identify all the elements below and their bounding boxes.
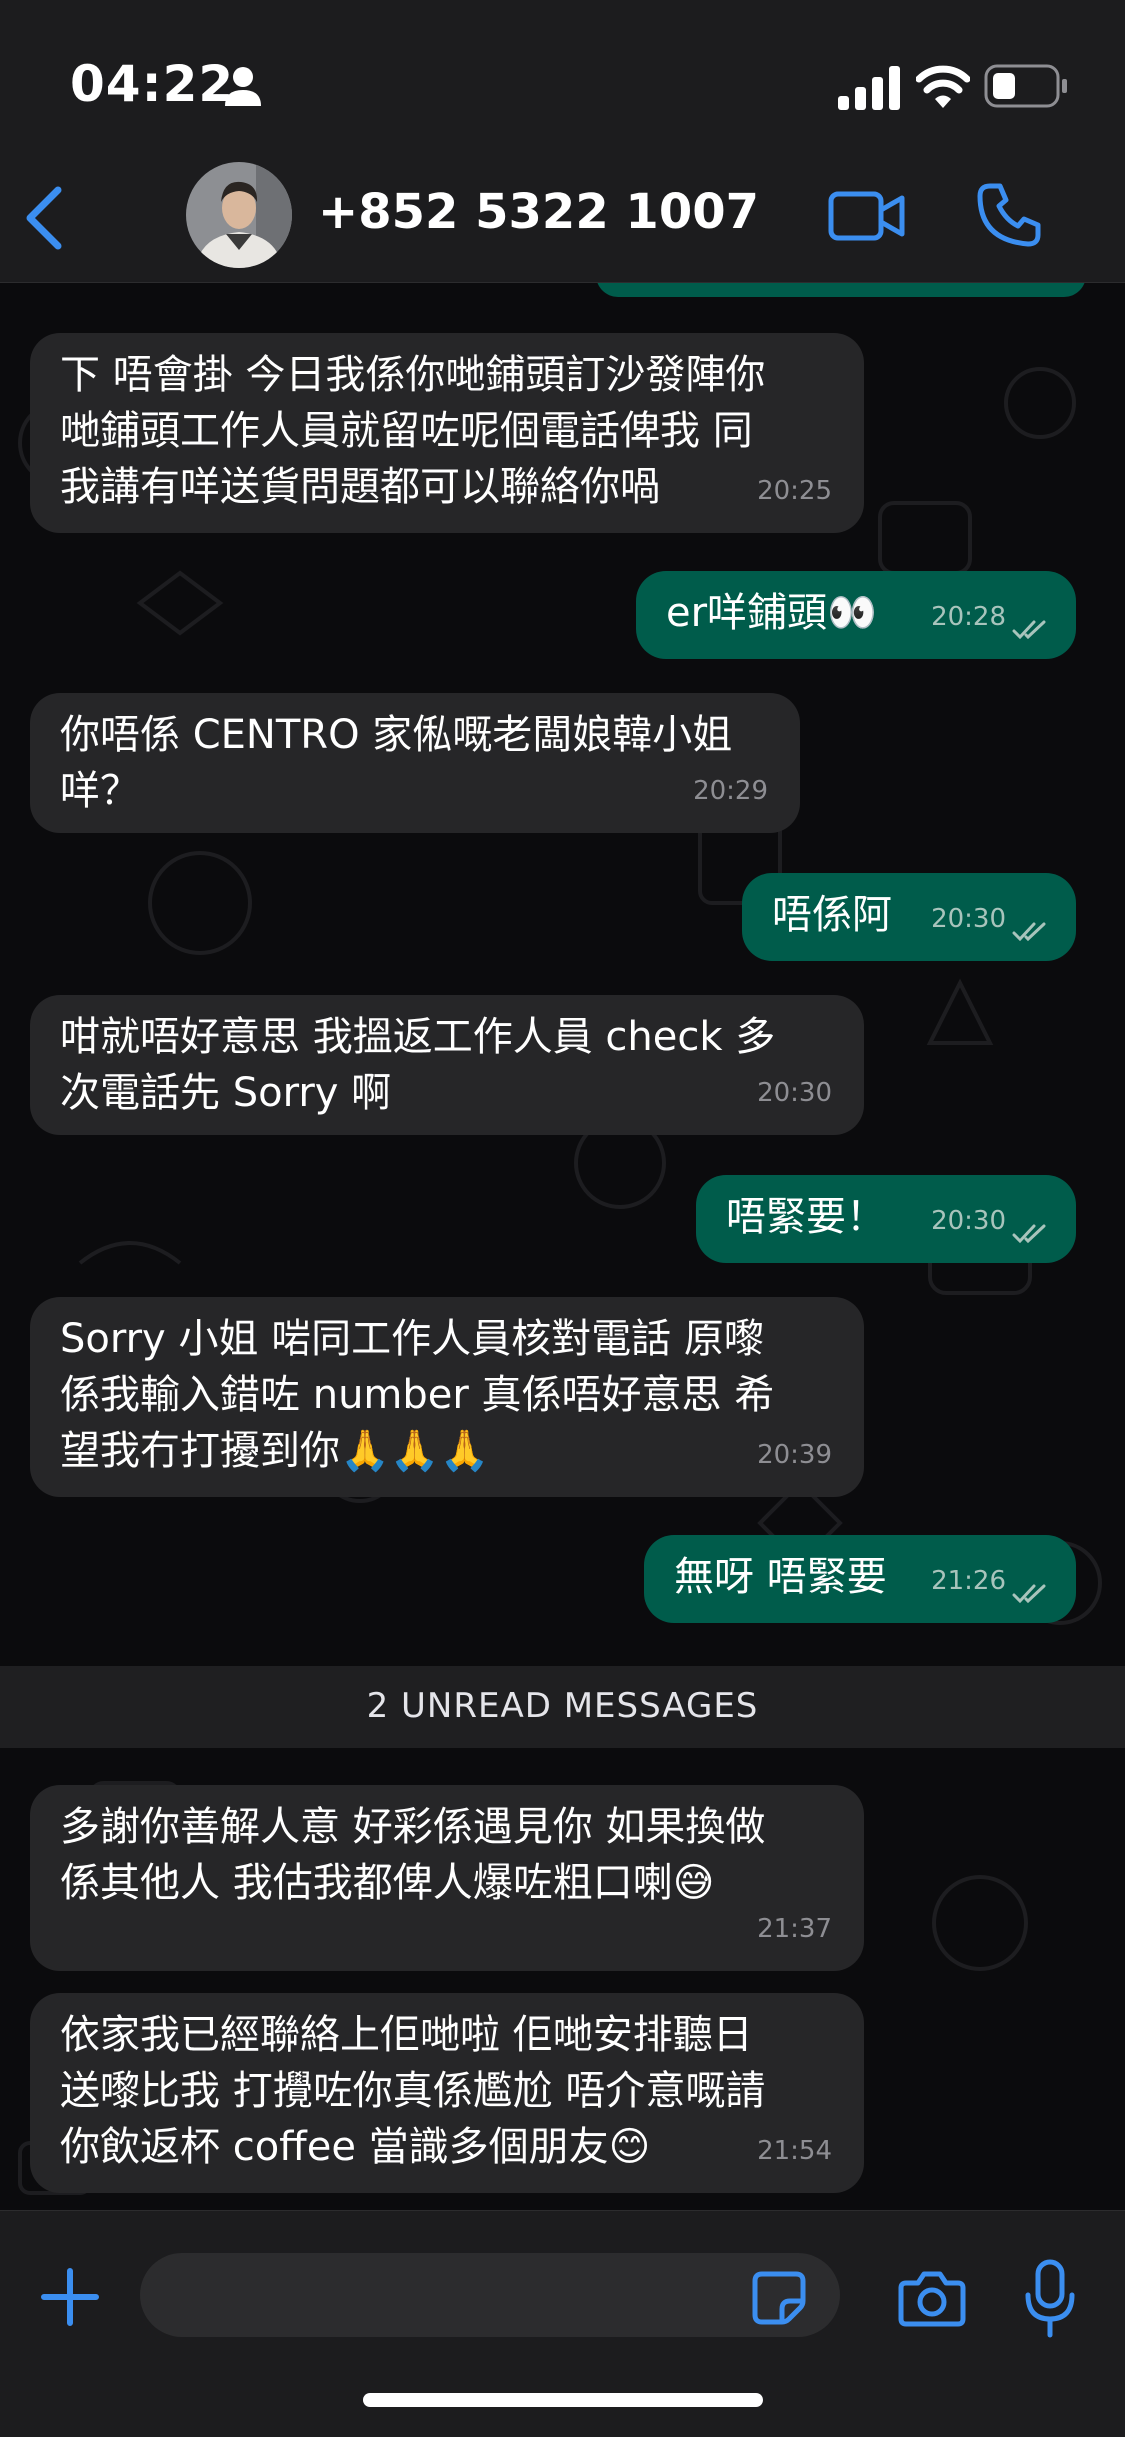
chat-header: +852 5322 1007 — [0, 150, 1125, 283]
message-time: 20:25 — [757, 476, 832, 506]
message-text: 咁就唔好意思 我搵返工作人員 check 多 次電話先 Sorry 啊 — [60, 1014, 776, 1116]
message-text: er咩鋪頭👀 — [666, 590, 877, 636]
message-text: 下 唔會掛 今日我係你哋鋪頭訂沙發陣你 哋鋪頭工作人員就留咗呢個電話俾我 同 我… — [60, 352, 766, 510]
home-indicator — [363, 2393, 763, 2407]
message-time: 20:30 — [931, 1206, 1006, 1236]
message-text: 唔係阿 — [772, 892, 892, 938]
message-text: Sorry 小姐 啱同工作人員核對電話 原嚟 係我輸入錯咗 number 真係唔… — [60, 1316, 775, 1474]
status-time: 04:22 — [70, 55, 235, 113]
message-time: 20:30 — [931, 904, 1006, 934]
message-bubble-partial — [596, 283, 1086, 297]
message-text: 無呀 唔緊要 — [674, 1554, 887, 1600]
message-text: 唔緊要！ — [726, 1194, 886, 1240]
phone-icon[interactable] — [976, 182, 1042, 248]
sticker-icon[interactable] — [752, 2271, 806, 2325]
person-icon — [225, 67, 261, 106]
status-bar: 04:22 — [0, 0, 1125, 150]
message-text: 依家我已經聯絡上佢哋啦 佢哋安排聽日 送嚟比我 打攪咗你真係尷尬 唔介意嘅請 你… — [60, 2012, 766, 2170]
read-ticks-icon — [1012, 1584, 1046, 1604]
unread-label: 2 UNREAD MESSAGES — [366, 1686, 759, 1726]
mic-icon[interactable] — [1024, 2259, 1076, 2339]
battery-icon — [984, 64, 1067, 108]
incoming-message[interactable]: 依家我已經聯絡上佢哋啦 佢哋安排聽日 送嚟比我 打攪咗你真係尷尬 唔介意嘅請 你… — [30, 1993, 864, 2193]
outgoing-message[interactable]: 唔緊要！ 20:30 — [696, 1175, 1076, 1263]
contact-name[interactable]: +852 5322 1007 — [318, 184, 759, 240]
back-icon[interactable] — [22, 186, 66, 250]
unread-divider: 2 UNREAD MESSAGES — [0, 1666, 1125, 1748]
message-time: 20:39 — [757, 1440, 832, 1470]
message-input[interactable] — [140, 2253, 840, 2337]
incoming-message[interactable]: Sorry 小姐 啱同工作人員核對電話 原嚟 係我輸入錯咗 number 真係唔… — [30, 1297, 864, 1497]
read-ticks-icon — [1012, 1224, 1046, 1244]
camera-icon[interactable] — [898, 2269, 966, 2327]
message-time: 20:28 — [931, 602, 1006, 632]
chat-area[interactable]: 下 唔會掛 今日我係你哋鋪頭訂沙發陣你 哋鋪頭工作人員就留咗呢個電話俾我 同 我… — [0, 283, 1125, 2210]
outgoing-message[interactable]: er咩鋪頭👀 20:28 — [636, 571, 1076, 659]
wifi-icon — [916, 65, 970, 108]
message-text: 多謝你善解人意 好彩係遇見你 如果換做 係其他人 我估我都俾人爆咗粗口喇😅 — [60, 1804, 766, 1906]
read-ticks-icon — [1012, 922, 1046, 942]
video-icon[interactable] — [828, 188, 906, 244]
signal-icon — [838, 66, 900, 110]
incoming-message[interactable]: 下 唔會掛 今日我係你哋鋪頭訂沙發陣你 哋鋪頭工作人員就留咗呢個電話俾我 同 我… — [30, 333, 864, 533]
message-text: 你唔係 CENTRO 家俬嘅老闆娘韓小姐 咩？ — [60, 712, 733, 814]
message-time: 20:30 — [757, 1078, 832, 1108]
message-time: 20:29 — [693, 776, 768, 806]
avatar[interactable] — [186, 162, 292, 268]
incoming-message[interactable]: 多謝你善解人意 好彩係遇見你 如果換做 係其他人 我估我都俾人爆咗粗口喇😅 21:… — [30, 1785, 864, 1971]
outgoing-message[interactable]: 唔係阿 20:30 — [742, 873, 1076, 961]
read-ticks-icon — [1012, 620, 1046, 640]
composer-bar — [0, 2210, 1125, 2437]
message-time: 21:37 — [757, 1914, 832, 1944]
incoming-message[interactable]: 你唔係 CENTRO 家俬嘅老闆娘韓小姐 咩？ 20:29 — [30, 693, 800, 833]
message-time: 21:54 — [757, 2136, 832, 2166]
outgoing-message[interactable]: 無呀 唔緊要 21:26 — [644, 1535, 1076, 1623]
incoming-message[interactable]: 咁就唔好意思 我搵返工作人員 check 多 次電話先 Sorry 啊 20:30 — [30, 995, 864, 1135]
message-time: 21:26 — [931, 1566, 1006, 1596]
plus-icon[interactable] — [40, 2267, 100, 2327]
avatar-photo — [186, 162, 292, 268]
